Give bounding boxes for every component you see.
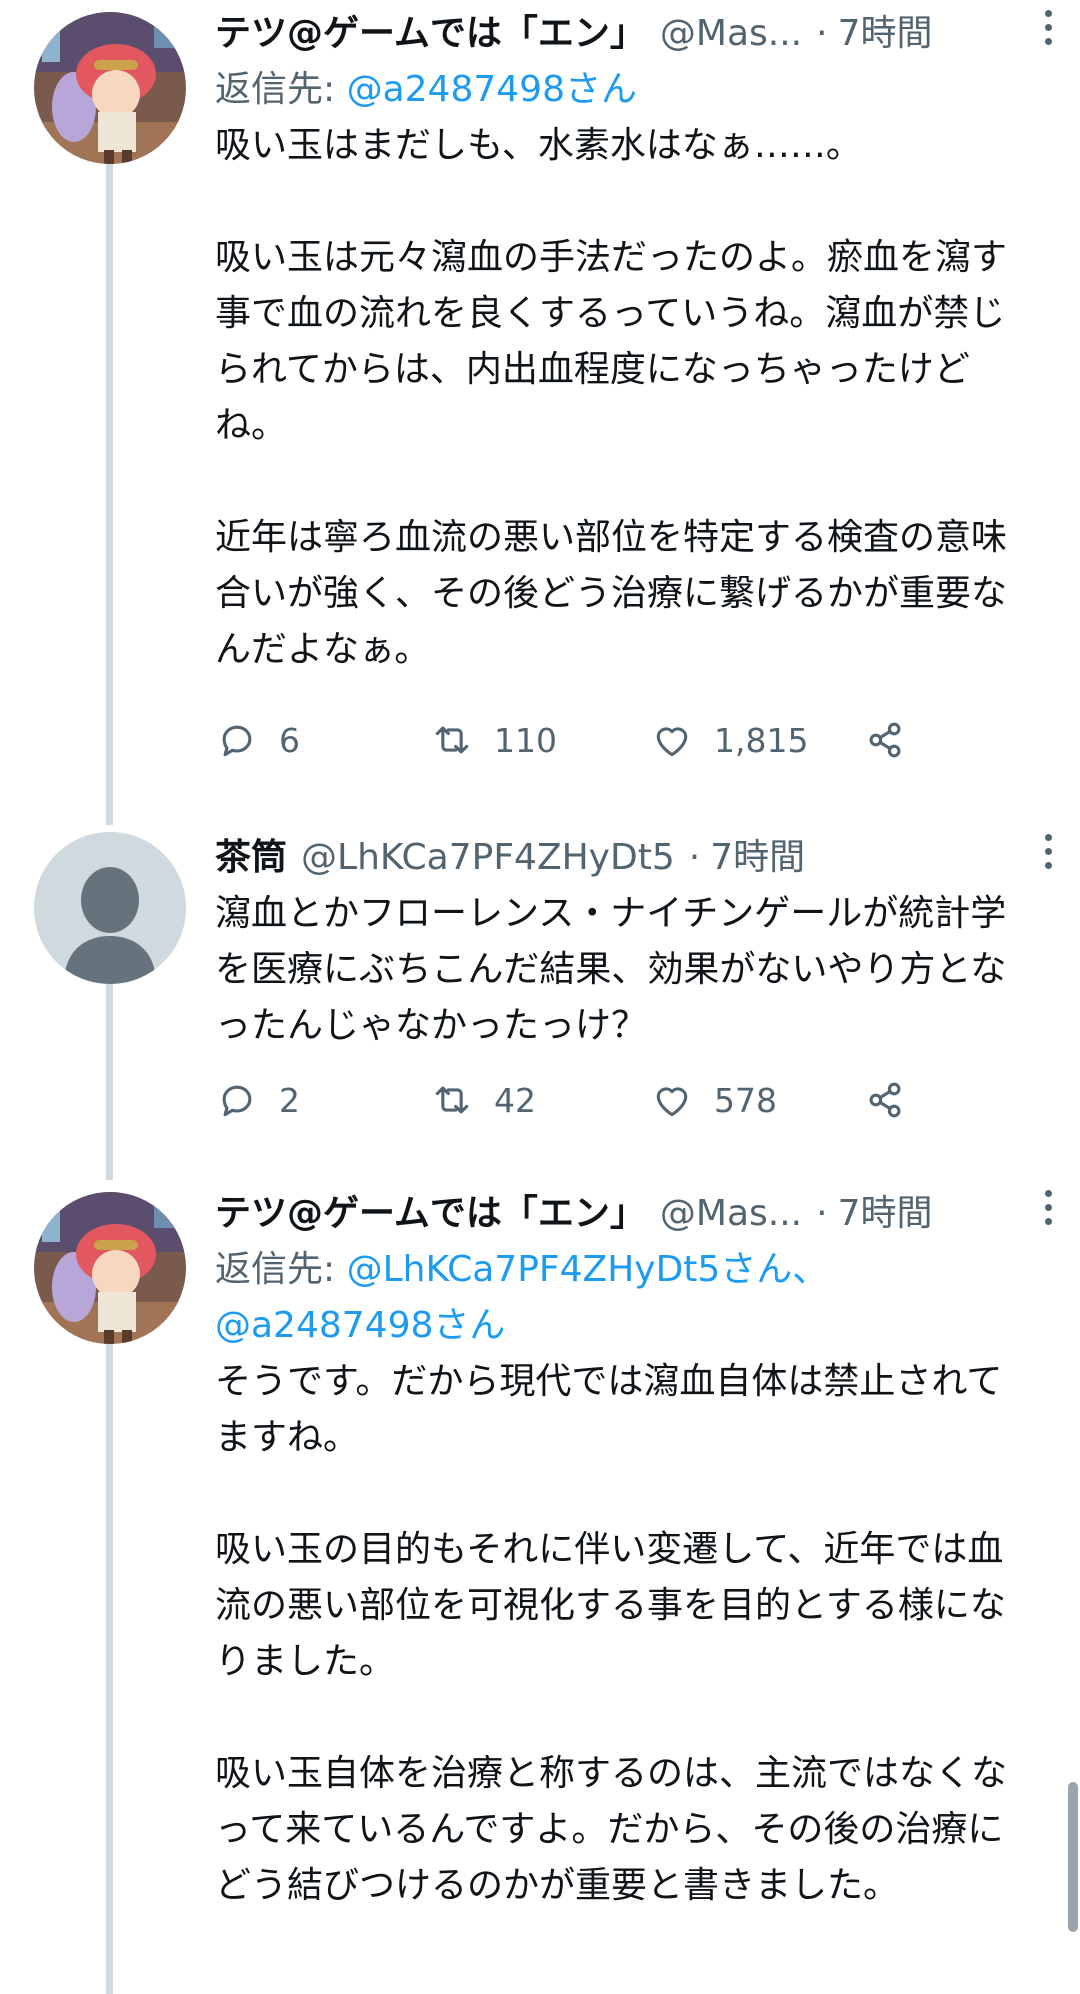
avatar-teto[interactable] <box>34 1192 186 1344</box>
reply-icon <box>222 725 252 757</box>
reply-context: 返信先: @LhKCa7PF4ZHyDt5さん、 @a2487498さん <box>215 1242 1020 1354</box>
reply-label: 返信先: <box>215 69 336 110</box>
separator-dot: · <box>816 13 828 54</box>
reply-count: 2 <box>279 1080 300 1120</box>
user-handle[interactable]: @Mas... <box>660 1186 802 1242</box>
reply-button[interactable]: 2 <box>215 1074 300 1126</box>
more-options-icon[interactable] <box>1038 10 1058 54</box>
more-options-icon[interactable] <box>1038 834 1058 878</box>
reply-mention-link[interactable]: @LhKCa7PF4ZHyDt5さん、 <box>347 1249 829 1290</box>
separator-dot: · <box>688 837 701 878</box>
like-button[interactable]: 1,815 <box>650 714 808 766</box>
tweet-actions: 6 110 1,815 <box>215 714 935 766</box>
display-name[interactable]: 茶筒 <box>215 830 287 886</box>
share-button[interactable] <box>863 1074 927 1126</box>
timestamp[interactable]: 7時間 <box>710 830 805 886</box>
retweet-icon <box>435 1086 469 1114</box>
reply-mention-link[interactable]: @a2487498さん <box>347 69 637 110</box>
timestamp[interactable]: 7時間 <box>838 1186 933 1242</box>
share-icon <box>869 1082 901 1118</box>
avatar-teto[interactable] <box>34 12 186 164</box>
retweet-button[interactable]: 42 <box>430 1074 536 1126</box>
reply-icon <box>222 1085 252 1117</box>
like-count: 578 <box>714 1080 777 1120</box>
more-options-icon[interactable] <box>1038 1190 1058 1234</box>
tweet-text: 瀉血とかフローレンス・ナイチンゲールが統計学を医療にぶちこんだ結果、効果がないや… <box>215 893 1007 1046</box>
reply-count: 6 <box>279 720 300 760</box>
reply-label: 返信先: <box>215 1249 336 1290</box>
scrollbar[interactable] <box>1068 1782 1078 1932</box>
retweet-button[interactable]: 110 <box>430 714 557 766</box>
like-button[interactable]: 578 <box>650 1074 777 1126</box>
like-count: 1,815 <box>714 720 809 760</box>
reply-context: 返信先: @a2487498さん <box>215 62 1020 118</box>
timestamp[interactable]: 7時間 <box>838 6 933 62</box>
heart-icon <box>656 727 688 757</box>
display-name[interactable]: テツ@ゲームでは「エン」 <box>215 1186 646 1242</box>
retweet-icon <box>435 726 469 754</box>
reply-mention-link[interactable]: @a2487498さん <box>215 1305 505 1346</box>
display-name[interactable]: テツ@ゲームでは「エン」 <box>215 6 646 62</box>
separator-dot: · <box>816 1193 828 1234</box>
thread-line <box>106 160 113 825</box>
retweet-count: 42 <box>494 1080 536 1120</box>
tweet-text: 吸い玉はまだしも、水素水はなぁ……。 吸い玉は元々瀉血の手法だったのよ。瘀血を瀉… <box>215 125 1008 670</box>
user-handle[interactable]: @Mas... <box>660 6 802 62</box>
share-icon <box>869 722 901 758</box>
tweet-text: そうです。だから現代では瀉血自体は禁止されてますね。 吸い玉の目的もそれに伴い変… <box>215 1361 1008 1906</box>
user-handle[interactable]: @LhKCa7PF4ZHyDt5 <box>301 830 675 886</box>
reply-button[interactable]: 6 <box>215 714 300 766</box>
heart-icon <box>656 1087 688 1117</box>
tweet-actions: 2 42 578 <box>215 1074 935 1126</box>
share-button[interactable] <box>863 714 927 766</box>
thread-line <box>106 984 113 1180</box>
retweet-count: 110 <box>494 720 557 760</box>
thread-line <box>106 1344 113 1994</box>
avatar-default[interactable] <box>34 832 186 984</box>
